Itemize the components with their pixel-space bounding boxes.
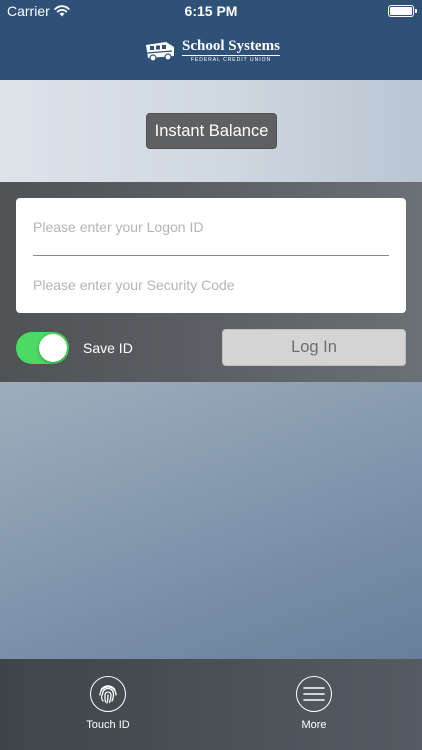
more-label: More [301,719,327,731]
toggle-knob [39,334,67,362]
status-bar: Carrier 6:15 PM [0,0,422,22]
battery-fill [390,7,412,15]
save-id-toggle[interactable] [16,332,69,364]
login-section: Save ID Log In [0,182,422,382]
log-in-button[interactable]: Log In [222,329,406,366]
header-bar: Carrier 6:15 PM School Systems FEDERAL C… [0,0,422,80]
security-code-input[interactable] [33,270,389,300]
logon-id-input[interactable] [33,212,389,242]
touch-id-label: Touch ID [86,719,130,731]
fingerprint-icon [90,676,126,712]
instant-balance-button[interactable]: Instant Balance [146,113,277,149]
app-screen: Carrier 6:15 PM School Systems FEDERAL C… [0,0,422,750]
login-form-card [16,198,406,313]
instant-balance-section: Instant Balance [0,80,422,182]
school-systems-logo: School Systems FEDERAL CREDIT UNION [144,38,280,64]
menu-icon [296,676,332,712]
logo-wordmark: School Systems FEDERAL CREDIT UNION [182,39,280,63]
logo-subtitle: FEDERAL CREDIT UNION [190,57,272,63]
save-id-label: Save ID [83,340,133,356]
bottom-tab-bar: Touch ID More [0,659,422,750]
school-bus-icon [146,42,174,62]
logo-name: School Systems [182,38,280,56]
touch-id-tab[interactable]: Touch ID [68,676,148,736]
status-time: 6:15 PM [184,3,238,19]
more-tab[interactable]: More [274,676,354,736]
field-divider [33,255,389,256]
battery-icon [388,5,417,17]
